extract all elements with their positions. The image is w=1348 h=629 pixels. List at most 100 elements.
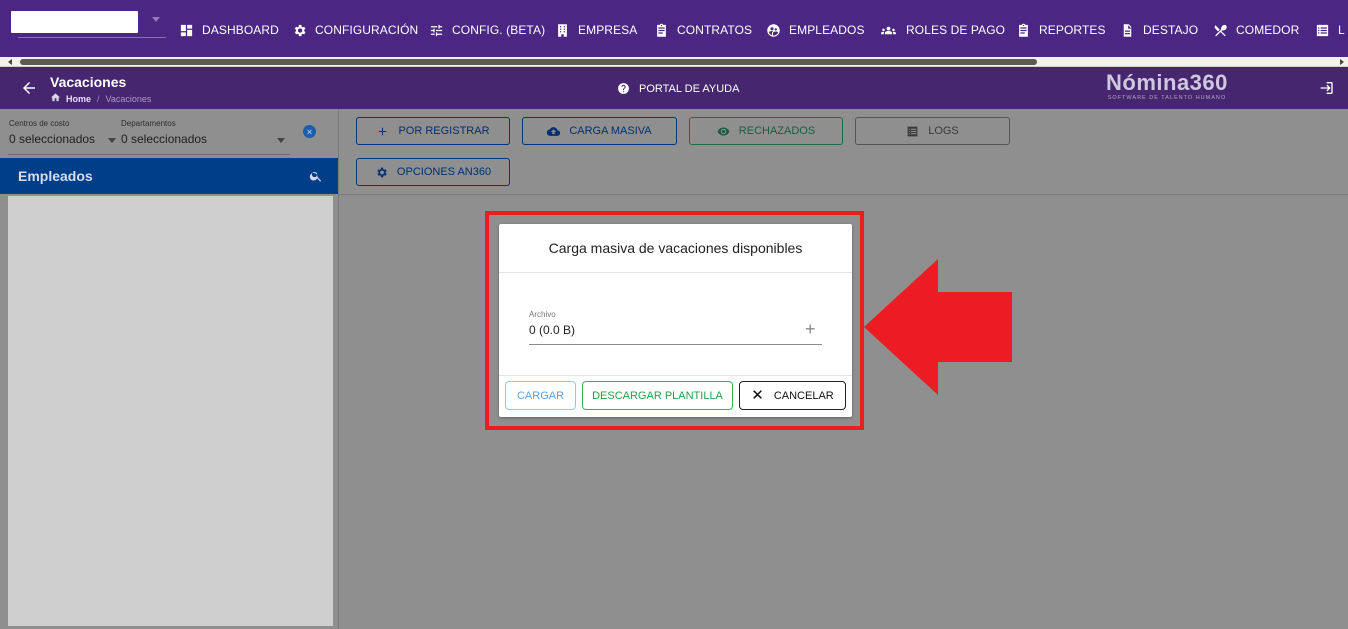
nav-config-beta-label: CONFIG. (BETA) [452, 23, 546, 37]
nav-destajo-label: DESTAJO [1143, 23, 1199, 37]
logs-label: LOGS [928, 125, 959, 137]
nav-dashboard[interactable]: DASHBOARD [178, 20, 279, 40]
clear-filters-icon[interactable]: × [303, 125, 316, 138]
nav-reportes-label: REPORTES [1039, 23, 1106, 37]
logs-button[interactable]: LOGS [855, 117, 1010, 145]
nomina360-logo: Nómina360 SOFTWARE DE TALENTO HUMANO [1106, 70, 1228, 102]
back-arrow-icon[interactable] [20, 79, 38, 97]
por-registrar-label: POR REGISTRAR [398, 125, 490, 137]
carga-masiva-label: CARGA MASIVA [569, 125, 652, 137]
por-registrar-button[interactable]: POR REGISTRAR [356, 117, 510, 145]
red-arrow-annotation [864, 259, 1012, 395]
plus-icon [379, 127, 387, 135]
nav-configuracion-label: CONFIGURACIÓN [315, 23, 419, 37]
scroll-right-icon[interactable] [1340, 59, 1344, 65]
file-field-underline [529, 344, 822, 345]
departments-chevron-icon[interactable] [277, 138, 285, 143]
cost-centers-label: Centros de costo [9, 119, 70, 128]
nav-more[interactable]: L [1314, 20, 1345, 40]
chevron-down-icon[interactable] [152, 17, 160, 22]
nav-comedor-label: COMEDOR [1236, 23, 1300, 37]
breadcrumb: Home / Vacaciones [50, 92, 151, 105]
bulk-upload-dialog: Carga masiva de vacaciones disponibles A… [499, 224, 852, 417]
search-icon[interactable] [309, 169, 323, 183]
dialog-footer-divider [499, 375, 852, 376]
file-field-label: Archivo [529, 310, 556, 319]
nav-scrollbar[interactable] [0, 57, 1348, 67]
close-icon: ✕ [751, 386, 764, 404]
employees-list[interactable] [8, 196, 333, 626]
utensils-icon [1212, 22, 1228, 38]
dialog-divider [499, 272, 852, 273]
cost-centers-filter[interactable]: Centros de costo 0 seleccionados [9, 119, 95, 146]
help-icon [618, 83, 629, 94]
top-nav: DASHBOARD CONFIGURACIÓN CONFIG. (BETA) E… [0, 0, 1348, 57]
breadcrumb-current: Vacaciones [105, 93, 152, 104]
nav-empleados-label: EMPLEADOS [789, 23, 865, 37]
scroll-left-icon[interactable] [8, 59, 12, 65]
departments-filter[interactable]: Departamentos 0 seleccionados [121, 119, 207, 146]
opciones-an360-button[interactable]: OPCIONES AN360 [356, 158, 510, 186]
nav-reportes[interactable]: REPORTES [1015, 20, 1106, 40]
nav-destajo[interactable]: DESTAJO [1119, 20, 1198, 40]
nav-dashboard-label: DASHBOARD [202, 23, 279, 37]
panel-divider [338, 109, 339, 629]
nav-contratos-label: CONTRATOS [677, 23, 753, 37]
logo-tagline: SOFTWARE DE TALENTO HUMANO [1107, 95, 1227, 101]
help-portal-link[interactable]: PORTAL DE AYUDA [617, 82, 739, 95]
document-icon [1119, 22, 1135, 38]
home-icon[interactable] [50, 92, 61, 105]
page-title: Vacaciones [50, 74, 127, 90]
company-select[interactable] [11, 11, 138, 33]
nav-comedor[interactable]: COMEDOR [1212, 20, 1299, 40]
add-file-icon[interactable]: + [805, 320, 816, 338]
page-header: Vacaciones Home / Vacaciones PORTAL DE A… [0, 67, 1348, 109]
departments-value: 0 seleccionados [121, 132, 208, 146]
rechazados-label: RECHAZADOS [738, 125, 816, 137]
rechazados-button[interactable]: RECHAZADOS [689, 117, 843, 145]
nav-roles-de-pago-label: ROLES DE PAGO [906, 23, 1006, 37]
cost-centers-value: 0 seleccionados [9, 132, 96, 146]
group-icon [878, 22, 898, 38]
file-field[interactable]: 0 (0.0 B) [529, 323, 575, 337]
employees-icon [765, 22, 781, 38]
descargar-plantilla-button[interactable]: DESCARGAR PLANTILLA [582, 381, 733, 410]
logout-icon[interactable] [1318, 80, 1334, 96]
help-portal-label: PORTAL DE AYUDA [639, 82, 740, 95]
gear-icon [291, 22, 307, 38]
company-select-underline [18, 37, 166, 38]
report-icon [1015, 22, 1031, 38]
nav-roles-de-pago[interactable]: ROLES DE PAGO [878, 20, 1005, 40]
carga-masiva-button[interactable]: CARGA MASIVA [522, 117, 677, 145]
breadcrumb-home[interactable]: Home [66, 94, 91, 104]
building-icon [554, 22, 570, 38]
nav-configuracion[interactable]: CONFIGURACIÓN [291, 20, 418, 40]
sliders-icon [428, 22, 444, 38]
nav-empresa-label: EMPRESA [578, 23, 638, 37]
list-icon [907, 126, 918, 136]
departments-label: Departamentos [121, 119, 176, 128]
cancelar-label: CANCELAR [773, 389, 834, 402]
employees-title: Empleados [18, 168, 93, 184]
opciones-an360-label: OPCIONES AN360 [396, 166, 492, 178]
dialog-title: Carga masiva de vacaciones disponibles [548, 240, 803, 256]
filters-underline [8, 154, 290, 155]
toolbar-divider [338, 194, 1348, 195]
scrollbar-thumb[interactable] [20, 59, 1037, 65]
cloud-upload-icon [547, 126, 561, 136]
dashboard-icon [178, 22, 194, 38]
gear-icon [377, 167, 387, 177]
filters-panel: Centros de costo 0 seleccionados Departa… [0, 109, 338, 158]
nav-empresa[interactable]: EMPRESA [554, 20, 637, 40]
nav-empleados[interactable]: EMPLEADOS [765, 20, 865, 40]
logo-name: Nómina360 [1106, 70, 1228, 95]
nav-contratos[interactable]: CONTRATOS [653, 20, 752, 40]
nav-more-label: L [1338, 23, 1345, 37]
cost-centers-chevron-icon[interactable] [108, 138, 116, 143]
breadcrumb-separator: / [97, 93, 100, 104]
cargar-button[interactable]: CARGAR [505, 381, 576, 410]
cancelar-button[interactable]: ✕ CANCELAR [739, 381, 846, 410]
nav-config-beta[interactable]: CONFIG. (BETA) [428, 20, 545, 40]
clipboard-icon [653, 22, 669, 38]
eye-icon [717, 126, 730, 136]
